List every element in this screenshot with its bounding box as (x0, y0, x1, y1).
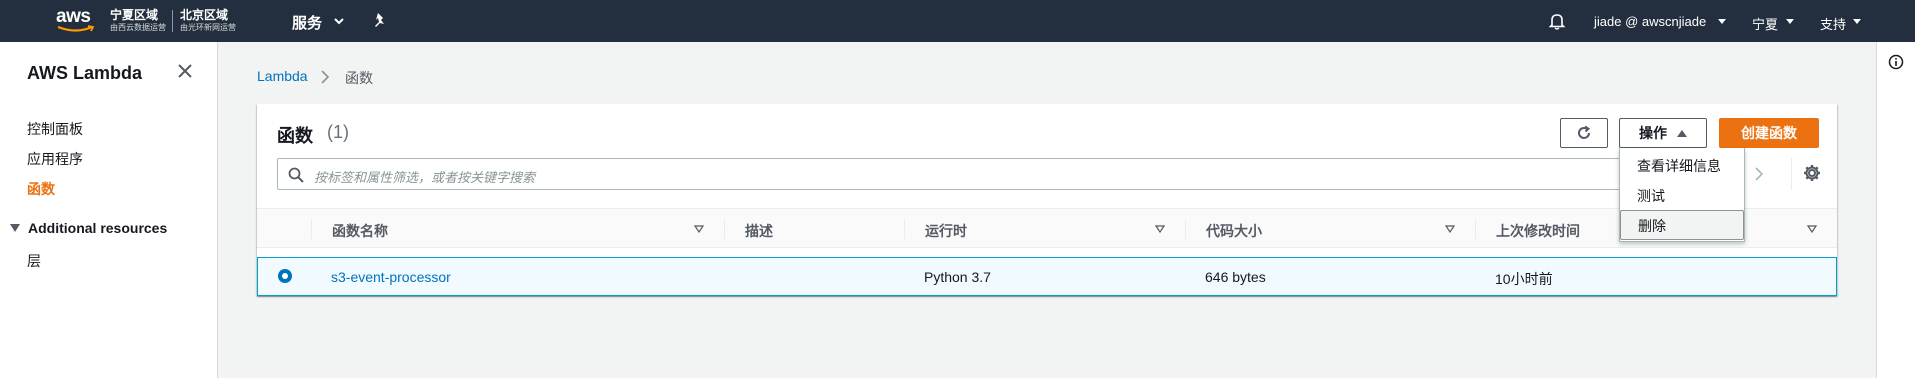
gear-icon[interactable] (1802, 163, 1822, 183)
breadcrumb-current: 函数 (345, 70, 373, 86)
bell-icon[interactable] (1548, 12, 1566, 30)
caret-down-icon (10, 224, 20, 232)
region-beijing[interactable]: 北京区域 由光环新网运营 (180, 8, 236, 34)
help-panel-rail (1876, 42, 1915, 378)
menu-item-delete[interactable]: 删除 (1620, 210, 1744, 240)
aws-logo-text: aws (56, 6, 91, 27)
refresh-icon (1578, 125, 1591, 139)
region-beijing-operator: 由光环新网运营 (180, 23, 236, 32)
sort-icon[interactable] (1807, 225, 1817, 233)
breadcrumb-lambda[interactable]: Lambda (257, 68, 308, 84)
row-select-radio[interactable] (278, 269, 292, 283)
search-icon (288, 167, 304, 183)
region-ningxia-operator: 由西云数据运营 (110, 23, 166, 32)
region-ningxia-label: 宁夏区域 (110, 8, 159, 22)
region-ningxia[interactable]: 宁夏区域 由西云数据运营 (110, 8, 166, 34)
sort-icon[interactable] (1445, 225, 1455, 233)
services-menu-button[interactable]: 服务 (292, 12, 322, 33)
support-menu-button[interactable]: 支持 (1820, 14, 1846, 33)
function-runtime: Python 3.7 (924, 269, 991, 285)
chevron-down-icon (334, 18, 344, 25)
sidebar-item-dashboard[interactable]: 控制面板 (27, 119, 83, 139)
actions-button[interactable]: 操作 (1619, 118, 1707, 148)
refresh-button[interactable] (1560, 118, 1608, 148)
chevron-down-icon (1853, 19, 1861, 24)
region-divider (172, 10, 173, 32)
search-input[interactable]: 按标签和属性筛选，或者按关键字搜索 (277, 158, 1695, 190)
functions-table-container: 函数 (1) 操作 创建函数 按标签和属性筛选，或者按关键字搜索 函数名称 描述… (257, 104, 1837, 296)
actions-dropdown-menu: 查看详细信息 测试 删除 (1619, 148, 1745, 242)
region-menu-button[interactable]: 宁夏 (1752, 14, 1778, 33)
info-icon[interactable] (1888, 54, 1904, 70)
column-header-last-modified[interactable]: 上次修改时间 (1496, 221, 1580, 241)
column-header-name[interactable]: 函数名称 (332, 221, 388, 241)
caret-up-icon (1677, 130, 1687, 137)
column-header-runtime[interactable]: 运行时 (925, 221, 967, 241)
create-function-button[interactable]: 创建函数 (1719, 118, 1819, 148)
function-code-size: 646 bytes (1205, 269, 1266, 285)
column-header-description: 描述 (745, 223, 773, 239)
function-name-link[interactable]: s3-event-processor (331, 269, 451, 285)
column-divider (904, 219, 905, 239)
sort-icon[interactable] (1155, 225, 1165, 233)
column-header-code-size[interactable]: 代码大小 (1206, 221, 1262, 241)
column-divider (724, 219, 725, 239)
table-header: 函数名称 描述 运行时 代码大小 上次修改时间 (257, 208, 1837, 248)
top-navigation-bar: aws 宁夏区域 由西云数据运营 北京区域 由光环新网运营 服务 jiade @… (0, 0, 1915, 42)
account-menu-button[interactable]: jiade @ awscnjiade (1594, 14, 1706, 29)
sidebar-item-applications[interactable]: 应用程序 (27, 149, 83, 169)
sidebar-title: AWS Lambda (27, 63, 143, 83)
side-navigation: AWS Lambda 控制面板 应用程序 函数 Additional resou… (0, 42, 218, 378)
menu-item-test[interactable]: 测试 (1620, 181, 1744, 211)
close-icon[interactable] (178, 64, 192, 78)
search-placeholder: 按标签和属性筛选，或者按关键字搜索 (314, 170, 536, 185)
column-divider (1185, 219, 1186, 239)
chevron-down-icon (1786, 19, 1794, 24)
chevron-right-icon[interactable] (1754, 166, 1764, 182)
chevron-right-icon (321, 70, 330, 84)
page-title: 函数 (277, 126, 313, 146)
actions-button-label: 操作 (1639, 125, 1667, 141)
sidebar-section-additional-resources[interactable]: Additional resources (10, 220, 167, 236)
aws-logo[interactable]: aws (56, 7, 100, 35)
column-divider (1475, 219, 1476, 239)
function-count: (1) (327, 122, 349, 142)
column-divider (311, 219, 312, 239)
function-last-modified: 10小时前 (1495, 271, 1553, 287)
table-row[interactable]: s3-event-processor Python 3.7 646 bytes … (257, 257, 1837, 296)
sidebar-section-label: Additional resources (28, 220, 168, 236)
sort-icon[interactable] (694, 225, 704, 233)
menu-item-view-details[interactable]: 查看详细信息 (1620, 151, 1744, 181)
toolbar-divider (1791, 158, 1792, 190)
aws-smile-icon (57, 25, 95, 32)
chevron-down-icon (1718, 19, 1726, 24)
pin-icon[interactable] (372, 12, 388, 30)
sidebar-item-functions[interactable]: 函数 (27, 179, 55, 199)
region-beijing-label: 北京区域 (180, 8, 229, 22)
sidebar-item-layers[interactable]: 层 (27, 251, 41, 271)
